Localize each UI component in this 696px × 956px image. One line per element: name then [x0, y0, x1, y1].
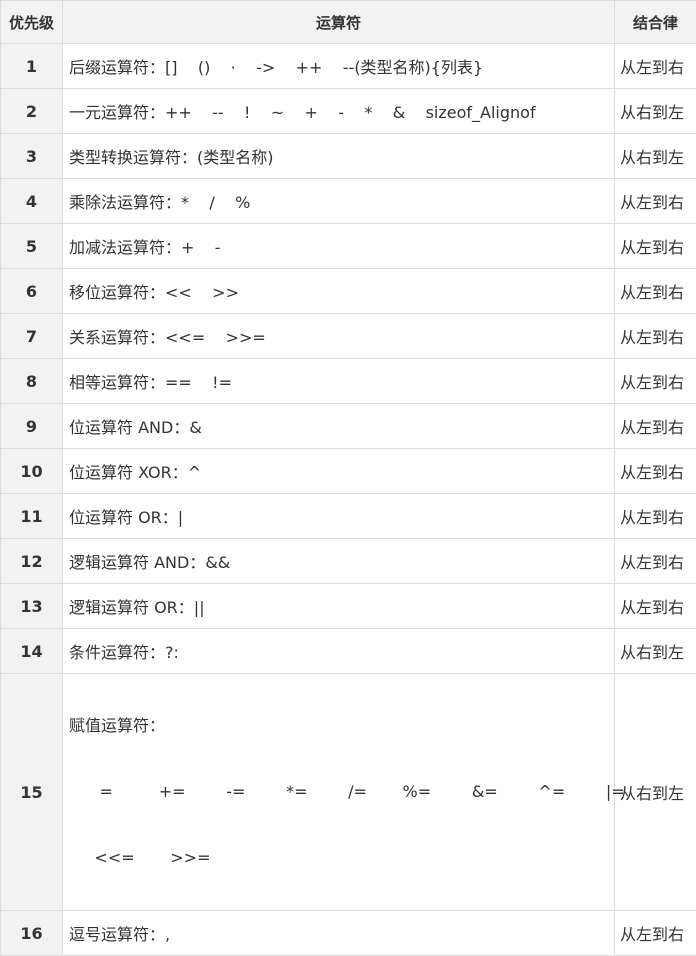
priority-cell: 8 — [1, 359, 63, 404]
associativity-cell: 从左到右 — [615, 494, 696, 539]
priority-cell: 4 — [1, 179, 63, 224]
operator-cell: 逻辑运算符 AND：&& — [63, 539, 615, 584]
operator-cell: 位运算符 XOR：^ — [63, 449, 615, 494]
priority-cell: 11 — [1, 494, 63, 539]
table-row: 15 赋值运算符： = += -= *= /= %= &= ^= |= <<= … — [1, 674, 696, 911]
table-row: 12 逻辑运算符 AND：&& 从左到右 — [1, 539, 696, 584]
associativity-cell: 从右到左 — [615, 674, 696, 911]
table-row: 2 一元运算符：++ -- ! ~ + - * & sizeof_Alignof… — [1, 89, 696, 134]
table-row: 4 乘除法运算符：* / % 从左到右 — [1, 179, 696, 224]
table-row: 5 加减法运算符：+ - 从左到右 — [1, 224, 696, 269]
priority-cell: 14 — [1, 629, 63, 674]
priority-cell: 12 — [1, 539, 63, 584]
operator-cell: 位运算符 AND：& — [63, 404, 615, 449]
associativity-cell: 从左到右 — [615, 314, 696, 359]
operator-line: = += -= *= /= %= &= ^= |= — [69, 778, 614, 806]
operator-cell: 条件运算符：?: — [63, 629, 615, 674]
operator-cell: 一元运算符：++ -- ! ~ + - * & sizeof_Alignof — [63, 89, 615, 134]
table-row: 13 逻辑运算符 OR：|| 从左到右 — [1, 584, 696, 629]
priority-cell: 6 — [1, 269, 63, 314]
associativity-cell: 从左到右 — [615, 269, 696, 314]
priority-cell: 5 — [1, 224, 63, 269]
associativity-cell: 从右到左 — [615, 134, 696, 179]
associativity-cell: 从左到右 — [615, 359, 696, 404]
table-row: 8 相等运算符：== != 从左到右 — [1, 359, 696, 404]
table-row: 9 位运算符 AND：& 从左到右 — [1, 404, 696, 449]
operator-cell: 关系运算符：<<= >>= — [63, 314, 615, 359]
priority-cell: 15 — [1, 674, 63, 911]
associativity-cell: 从右到左 — [615, 629, 696, 674]
priority-cell: 16 — [1, 911, 63, 956]
operator-cell: 乘除法运算符：* / % — [63, 179, 615, 224]
operator-cell: 位运算符 OR：| — [63, 494, 615, 539]
associativity-cell: 从左到右 — [615, 179, 696, 224]
associativity-cell: 从右到左 — [615, 89, 696, 134]
header-operator: 运算符 — [63, 1, 615, 44]
priority-cell: 1 — [1, 44, 63, 89]
associativity-cell: 从左到右 — [615, 44, 696, 89]
associativity-cell: 从左到右 — [615, 584, 696, 629]
header-priority: 优先级 — [1, 1, 63, 44]
priority-cell: 2 — [1, 89, 63, 134]
operator-cell: 类型转换运算符：(类型名称) — [63, 134, 615, 179]
associativity-cell: 从左到右 — [615, 449, 696, 494]
priority-cell: 13 — [1, 584, 63, 629]
table-row: 16 逗号运算符：, 从左到右 — [1, 911, 696, 956]
header-row: 优先级 运算符 结合律 — [1, 1, 696, 44]
associativity-cell: 从左到右 — [615, 404, 696, 449]
priority-cell: 9 — [1, 404, 63, 449]
associativity-cell: 从左到右 — [615, 224, 696, 269]
header-associativity: 结合律 — [615, 1, 696, 44]
associativity-cell: 从左到右 — [615, 539, 696, 584]
operator-cell: 逗号运算符：, — [63, 911, 615, 956]
table-row: 1 后缀运算符：[] () · -> ++ --(类型名称){列表} 从左到右 — [1, 44, 696, 89]
associativity-cell: 从左到右 — [615, 911, 696, 956]
operator-cell: 赋值运算符： = += -= *= /= %= &= ^= |= <<= >>= — [63, 674, 615, 911]
table-row: 7 关系运算符：<<= >>= 从左到右 — [1, 314, 696, 359]
operator-line: <<= >>= — [69, 844, 614, 872]
operator-cell: 逻辑运算符 OR：|| — [63, 584, 615, 629]
operator-cell: 相等运算符：== != — [63, 359, 615, 404]
operator-cell: 后缀运算符：[] () · -> ++ --(类型名称){列表} — [63, 44, 615, 89]
operator-cell: 移位运算符：<< >> — [63, 269, 615, 314]
table-row: 6 移位运算符：<< >> 从左到右 — [1, 269, 696, 314]
table-row: 3 类型转换运算符：(类型名称) 从右到左 — [1, 134, 696, 179]
operator-precedence-table: 优先级 运算符 结合律 1 后缀运算符：[] () · -> ++ --(类型名… — [0, 0, 696, 956]
operator-line: 赋值运算符： — [69, 712, 614, 740]
priority-cell: 3 — [1, 134, 63, 179]
table-row: 14 条件运算符：?: 从右到左 — [1, 629, 696, 674]
priority-cell: 7 — [1, 314, 63, 359]
priority-cell: 10 — [1, 449, 63, 494]
operator-cell: 加减法运算符：+ - — [63, 224, 615, 269]
table-row: 10 位运算符 XOR：^ 从左到右 — [1, 449, 696, 494]
table-row: 11 位运算符 OR：| 从左到右 — [1, 494, 696, 539]
